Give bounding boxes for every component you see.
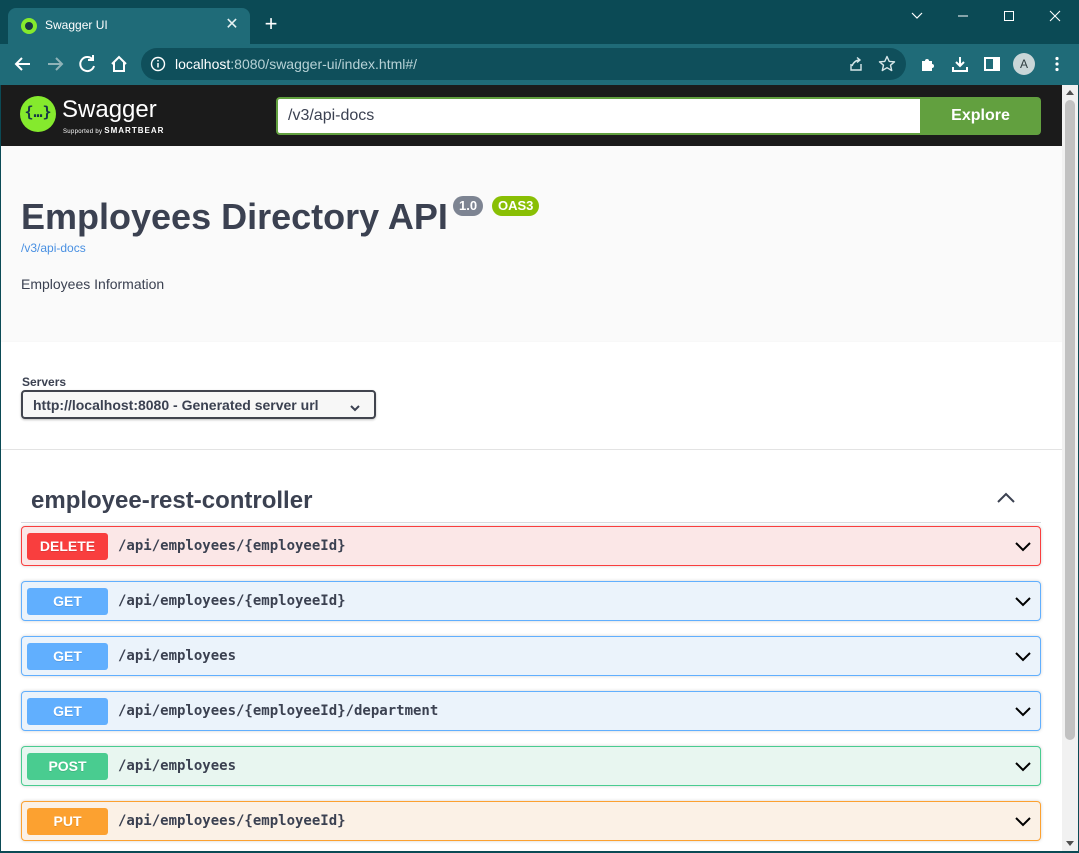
tab-search-chevron-icon[interactable]: [902, 4, 932, 28]
servers-label: Servers: [22, 375, 67, 389]
chevron-down-icon[interactable]: [1014, 704, 1032, 718]
swagger-logo-text[interactable]: Swagger: [62, 96, 157, 124]
chevron-down-icon: [350, 400, 360, 412]
smartbear-text: SMARTBEAR: [104, 126, 165, 135]
api-title: Employees Directory API: [21, 196, 448, 237]
method-badge: GET: [27, 643, 108, 670]
operation-post-employee[interactable]: POST /api/employees: [21, 746, 1041, 786]
site-info-icon[interactable]: [150, 56, 166, 72]
swagger-topbar: {…} Swagger Supported by SMARTBEAR Explo…: [1, 85, 1062, 146]
extensions-puzzle-icon[interactable]: [918, 54, 938, 74]
smartbear-tagline: Supported by SMARTBEAR: [63, 126, 164, 135]
version-badge: 1.0: [453, 196, 484, 216]
operation-path: /api/employees/{employeeId}: [118, 593, 346, 609]
servers-selected-value: http://localhost:8080 - Generated server…: [33, 397, 319, 413]
definition-url-input[interactable]: [276, 97, 920, 135]
address-path: :8080/swagger-ui/index.html#/: [230, 56, 418, 72]
operation-get-employees[interactable]: GET /api/employees: [21, 636, 1041, 676]
chevron-down-icon[interactable]: [1014, 759, 1032, 773]
bookmark-star-icon[interactable]: [877, 54, 897, 74]
chevron-down-icon[interactable]: [1014, 539, 1032, 553]
download-icon[interactable]: [950, 54, 970, 74]
scroll-up-arrow-icon[interactable]: [1066, 90, 1074, 95]
tab-title: Swagger UI: [45, 18, 108, 32]
operation-put-employee[interactable]: PUT /api/employees/{employeeId}: [21, 801, 1041, 841]
reload-icon[interactable]: [73, 50, 101, 78]
tag-header-employee-rest-controller[interactable]: employee-rest-controller: [21, 473, 1041, 523]
operation-path: /api/employees/{employeeId}: [118, 813, 346, 829]
chevron-down-icon[interactable]: [1014, 814, 1032, 828]
address-bar[interactable]: localhost:8080/swagger-ui/index.html#/: [141, 48, 906, 80]
explore-button[interactable]: Explore: [920, 97, 1041, 135]
method-badge: GET: [27, 588, 108, 615]
browser-titlebar: Swagger UI ✕ +: [0, 0, 1079, 44]
scroll-down-arrow-icon[interactable]: [1066, 841, 1074, 846]
oas-badge: OAS3: [492, 196, 540, 216]
page-scrollbar[interactable]: [1062, 85, 1078, 851]
page-viewport: {…} Swagger Supported by SMARTBEAR Explo…: [1, 85, 1062, 851]
minimize-button[interactable]: [948, 4, 978, 28]
explore-form: Explore: [276, 97, 1041, 135]
operation-get-employee-department[interactable]: GET /api/employees/{employeeId}/departme…: [21, 691, 1041, 731]
browser-tab[interactable]: Swagger UI ✕: [8, 8, 250, 44]
method-badge: GET: [27, 698, 108, 725]
browser-toolbar: localhost:8080/swagger-ui/index.html#/ A: [0, 44, 1079, 85]
share-icon[interactable]: [846, 54, 866, 74]
method-badge: POST: [27, 753, 108, 780]
api-docs-link[interactable]: /v3/api-docs: [21, 241, 86, 255]
address-host: localhost: [175, 56, 231, 72]
chevron-down-icon[interactable]: [1014, 594, 1032, 608]
method-badge: DELETE: [27, 533, 108, 560]
method-badge: PUT: [27, 808, 108, 835]
chevron-up-icon[interactable]: [996, 490, 1016, 506]
tab-close-icon[interactable]: ✕: [222, 15, 242, 35]
supported-by-text: Supported by: [63, 129, 103, 135]
swagger-favicon-icon: [21, 18, 37, 34]
tag-name: employee-rest-controller: [31, 487, 313, 514]
back-arrow-icon[interactable]: [9, 50, 37, 78]
side-panel-icon[interactable]: [982, 54, 1002, 74]
operation-path: /api/employees/{employeeId}/department: [118, 703, 439, 719]
operation-path: /api/employees: [118, 648, 237, 664]
operation-path: /api/employees/{employeeId}: [118, 538, 346, 554]
chevron-down-icon[interactable]: [1014, 649, 1032, 663]
servers-section: Servers http://localhost:8080 - Generate…: [1, 342, 1062, 450]
window-close-button[interactable]: [1040, 4, 1070, 28]
api-info: Employees Directory API 1.0 OAS3 /v3/api…: [1, 146, 1062, 342]
maximize-button[interactable]: [994, 4, 1024, 28]
servers-select[interactable]: http://localhost:8080 - Generated server…: [21, 390, 376, 419]
home-icon[interactable]: [105, 50, 133, 78]
operations-section: employee-rest-controller DELETE /api/emp…: [1, 450, 1062, 851]
operation-delete-employee[interactable]: DELETE /api/employees/{employeeId}: [21, 526, 1041, 566]
api-description: Employees Information: [21, 276, 165, 292]
swagger-logo-icon[interactable]: {…}: [20, 96, 56, 132]
profile-avatar[interactable]: A: [1013, 53, 1035, 75]
operation-path: /api/employees: [118, 758, 237, 774]
scrollbar-thumb[interactable]: [1065, 100, 1075, 740]
forward-arrow-icon[interactable]: [41, 50, 69, 78]
new-tab-button[interactable]: +: [259, 12, 283, 36]
browser-menu-kebab-icon[interactable]: [1047, 54, 1067, 74]
operation-get-employee-by-id[interactable]: GET /api/employees/{employeeId}: [21, 581, 1041, 621]
address-url: localhost:8080/swagger-ui/index.html#/: [175, 56, 417, 72]
